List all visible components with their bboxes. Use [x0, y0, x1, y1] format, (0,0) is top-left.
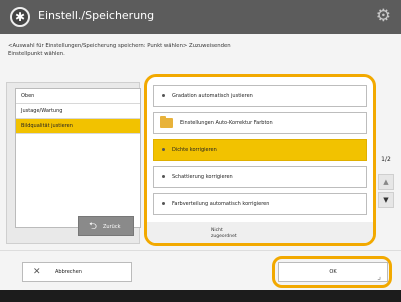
- menu-item[interactable]: Einstellungen Auto-Korrektur Farbton: [153, 112, 367, 134]
- menu-item-selected[interactable]: Dichte korrigieren: [153, 139, 367, 161]
- menu-item[interactable]: Gradation automatisch justieren: [153, 85, 367, 107]
- bullet-icon: [162, 202, 165, 205]
- bullet-icon: [162, 148, 165, 151]
- corner-icon: ⌟: [377, 272, 381, 281]
- back-button-label: Zurück: [103, 224, 121, 230]
- settings-save-icon: ✱: [10, 7, 30, 27]
- scroll-controls: 1/2 ▲ ▼: [376, 82, 398, 242]
- instruction-text: <Auswahl für Einstellungen/Speicherung s…: [8, 43, 231, 57]
- list-item-selected[interactable]: Bildqualität justieren: [16, 119, 140, 134]
- scroll-down-button[interactable]: ▼: [378, 192, 394, 208]
- menu-item[interactable]: Schattierung korrigieren: [153, 166, 367, 188]
- unassigned-label-line2: zugeordnet: [211, 234, 237, 239]
- context-list: Oben Justage/Wartung Bildqualität justie…: [15, 88, 141, 228]
- popup-menu: Gradation automatisch justieren Einstell…: [144, 74, 376, 246]
- unassigned-item[interactable]: Nicht zugeordnet: [147, 222, 373, 243]
- list-item[interactable]: Justage/Wartung: [16, 104, 140, 119]
- scroll-up-button[interactable]: ▲: [378, 174, 394, 190]
- menu-item-label: Schattierung korrigieren: [172, 174, 233, 180]
- menu-item-label: Farbverteilung automatisch korrigieren: [172, 201, 270, 207]
- back-button[interactable]: ⮌ Zurück: [78, 216, 134, 236]
- bullet-icon: [162, 94, 165, 97]
- menu-item[interactable]: Farbverteilung automatisch korrigieren: [153, 193, 367, 215]
- close-icon: ✕: [33, 267, 41, 277]
- unassigned-label: Nicht zugeordnet: [211, 228, 237, 240]
- bullet-icon: [162, 175, 165, 178]
- ok-button[interactable]: OK ⌟: [278, 262, 388, 282]
- title-bar: ✱ Einstell./Speicherung ⚙: [0, 0, 401, 34]
- page-indicator: 1/2: [381, 156, 391, 163]
- window-title: Einstell./Speicherung: [38, 9, 155, 22]
- menu-item-label: Gradation automatisch justieren: [172, 93, 253, 99]
- back-arrow-icon: ⮌: [89, 221, 98, 232]
- menu-item-label: Einstellungen Auto-Korrektur Farbton: [180, 120, 273, 126]
- menu-item-label: Dichte korrigieren: [172, 147, 217, 153]
- cancel-button[interactable]: ✕ Abbrechen: [22, 262, 132, 282]
- gear-icon[interactable]: ⚙: [376, 6, 391, 26]
- list-item[interactable]: Oben: [16, 89, 140, 104]
- folder-icon: [160, 116, 173, 128]
- footer-strip: [0, 290, 401, 302]
- ok-button-label: OK: [329, 269, 337, 275]
- cancel-button-label: Abbrechen: [55, 269, 82, 275]
